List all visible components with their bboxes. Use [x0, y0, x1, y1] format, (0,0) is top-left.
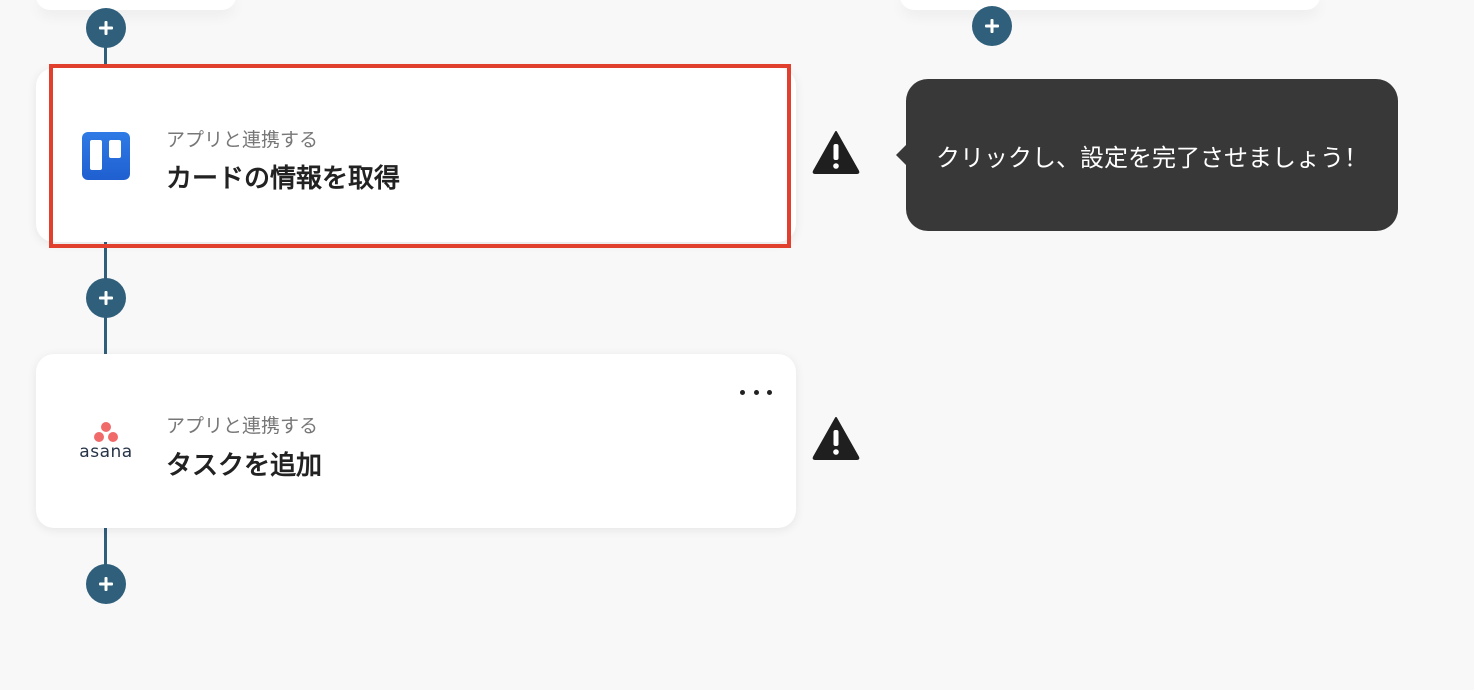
more-icon-dot [753, 389, 759, 395]
add-step-button[interactable] [86, 8, 126, 48]
plus-icon [99, 577, 113, 591]
warning-icon [812, 417, 860, 460]
more-icon-dot [740, 389, 745, 395]
add-step-button[interactable] [86, 564, 126, 604]
step-card-trello[interactable] [36, 68, 796, 242]
step-title: カードの情報を取得 [166, 164, 401, 194]
step-subtitle: アプリと連携する [166, 415, 319, 437]
plus-icon [99, 21, 113, 35]
step-subtitle: アプリと連携する [166, 129, 319, 151]
warning-icon [812, 131, 860, 174]
step-card-asana[interactable] [36, 354, 796, 528]
trello-logo [82, 132, 130, 180]
previous-step-card-right [900, 0, 1320, 10]
add-step-button-right[interactable] [972, 6, 1012, 46]
plus-icon [99, 291, 113, 305]
asana-logo-text: asana [79, 442, 133, 462]
add-step-button[interactable] [86, 278, 126, 318]
step-title: タスクを追加 [166, 451, 323, 481]
asana-logo: asana [76, 420, 136, 464]
previous-step-card [36, 0, 236, 10]
tooltip: クリックし、設定を完了させましょう！ [896, 79, 1398, 231]
tooltip-text: クリックし、設定を完了させましょう！ [936, 143, 1368, 172]
more-options-button[interactable] [740, 382, 772, 402]
plus-icon [985, 19, 999, 33]
more-icon-dot [767, 389, 772, 395]
